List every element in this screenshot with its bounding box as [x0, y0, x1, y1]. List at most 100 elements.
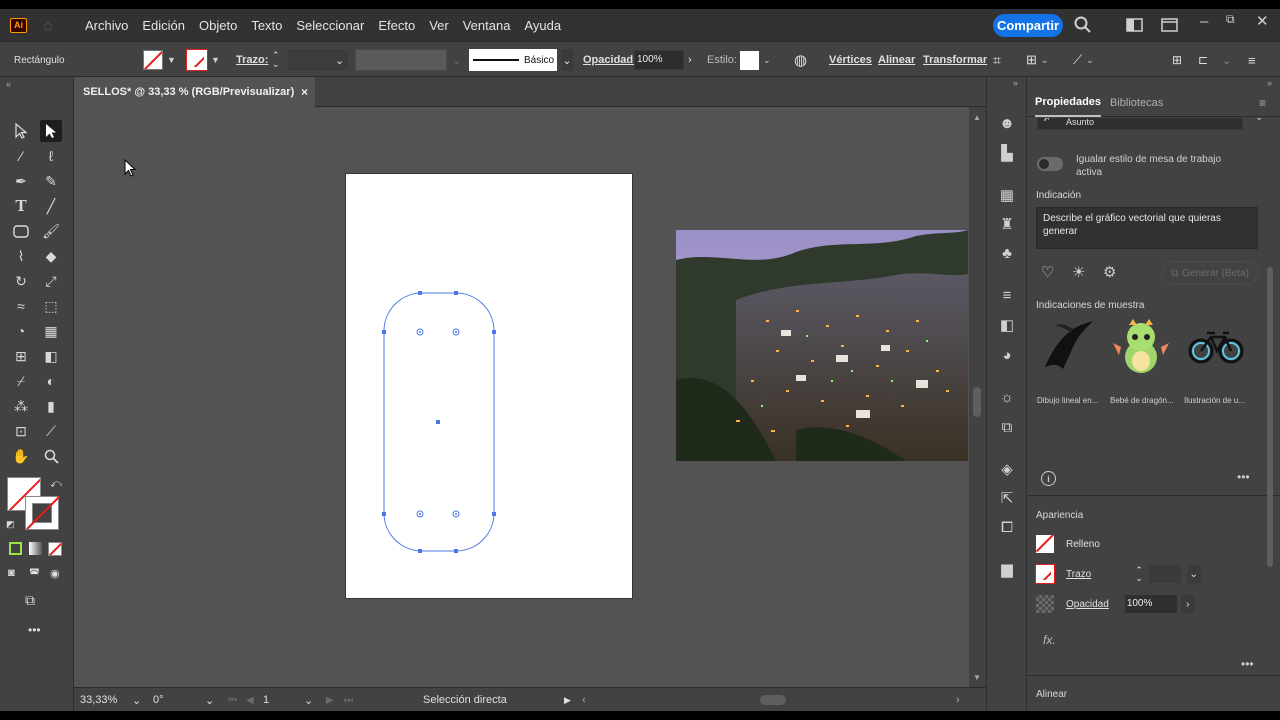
screen-mode-icon[interactable]: ⧉: [25, 592, 35, 609]
sample-dragon-thumbnail[interactable]: [1111, 317, 1173, 377]
stroke-link[interactable]: Trazo: [1066, 569, 1091, 580]
expand-panels-icon[interactable]: »: [1013, 78, 1018, 88]
tab-propiedades[interactable]: Propiedades: [1035, 89, 1102, 117]
canvas[interactable]: [74, 107, 969, 687]
subject-select[interactable]: Asunto: [1037, 118, 1243, 130]
stroke-weight-stepper[interactable]: ⌃ ⌄: [1135, 566, 1143, 583]
pen-tool-icon[interactable]: ✒: [10, 170, 32, 192]
stroke-swatch[interactable]: ▼: [186, 42, 220, 78]
stroke-color-icon[interactable]: [25, 496, 60, 530]
style-reference-icon[interactable]: ♡: [1041, 263, 1054, 281]
share-button[interactable]: Compartir: [993, 14, 1063, 37]
draw-inside-icon[interactable]: ◉: [50, 567, 60, 580]
scroll-left-icon[interactable]: ‹: [582, 688, 586, 712]
arrange-icon[interactable]: ⊞: [1172, 42, 1182, 78]
opacity-link[interactable]: Opacidad: [1066, 599, 1109, 610]
minimize-icon[interactable]: –: [1200, 13, 1208, 30]
fill-none-swatch[interactable]: [1036, 535, 1054, 553]
stroke-row[interactable]: Trazo ⌃ ⌄ ⌄: [1035, 564, 1201, 584]
more-options-icon[interactable]: •••: [1237, 470, 1250, 484]
symbol-sprayer-icon[interactable]: ⁂: [10, 395, 32, 417]
document-tab[interactable]: SELLOS* @ 33,33 % (RGB/Previsualizar) ×: [74, 77, 315, 107]
home-icon[interactable]: ⌂: [39, 16, 57, 34]
zoom-tool-icon[interactable]: [40, 445, 62, 467]
menu-texto[interactable]: Texto: [251, 18, 282, 33]
chevron-right-icon[interactable]: ›: [688, 42, 692, 78]
scroll-thumb[interactable]: [973, 387, 981, 417]
eyedropper-icon[interactable]: ⌿: [10, 370, 32, 392]
blend-tool-icon[interactable]: ◐: [40, 370, 62, 392]
scale-tool-icon[interactable]: ⤢: [40, 270, 62, 292]
prompt-input[interactable]: Describe el gráfico vectorial que quiera…: [1036, 207, 1258, 249]
swatches-icon[interactable]: ▦: [997, 185, 1017, 205]
rectangle-tool-icon[interactable]: [10, 220, 32, 242]
collapse-panel-icon[interactable]: »: [1267, 78, 1272, 88]
vertices-link[interactable]: Vértices: [829, 42, 872, 78]
transform-link[interactable]: Transformar: [923, 42, 987, 78]
chevron-down-icon[interactable]: ⌄: [561, 49, 573, 71]
brush-stroke-select[interactable]: Básico ⌄: [469, 42, 573, 78]
chevron-right-icon[interactable]: ›: [1180, 595, 1195, 613]
line-tool-icon[interactable]: ╱: [40, 195, 62, 217]
fill-swatch[interactable]: ▼: [143, 42, 176, 78]
selection-tool-icon[interactable]: [10, 120, 32, 142]
menu-ver[interactable]: Ver: [429, 18, 449, 33]
horizontal-scroll-thumb[interactable]: [760, 695, 786, 705]
paintbrush-icon[interactable]: 🖌: [40, 220, 62, 242]
scroll-right-icon[interactable]: ›: [956, 688, 960, 712]
scroll-up-icon[interactable]: ▲: [973, 113, 981, 122]
opacity-row[interactable]: Opacidad 100% ›: [1036, 595, 1195, 613]
fill-none-swatch[interactable]: [143, 50, 163, 70]
stroke-weight-stepper[interactable]: ⌃ ⌄: [272, 42, 280, 78]
stroke-panel-icon[interactable]: ≡: [997, 285, 1017, 305]
chevron-down-icon[interactable]: ⌄: [1222, 42, 1231, 78]
menu-objeto[interactable]: Objeto: [199, 18, 237, 33]
variable-width-field[interactable]: [355, 49, 447, 71]
menu-edicion[interactable]: Edición: [142, 18, 185, 33]
generate-button[interactable]: ⧉ Generar (Beta): [1161, 261, 1259, 285]
settings-gear-icon[interactable]: ⚙: [1103, 263, 1116, 281]
panel-menu-icon[interactable]: ≡: [1259, 89, 1266, 117]
chevron-down-icon[interactable]: ▼: [167, 55, 176, 65]
lasso-icon[interactable]: ℓ: [40, 145, 62, 167]
color-guide-icon[interactable]: ☻: [997, 113, 1017, 133]
opacity-label[interactable]: Opacidad:: [583, 42, 637, 78]
panel-scrollbar[interactable]: [1267, 267, 1273, 567]
window-icon[interactable]: [1161, 18, 1178, 36]
chevron-down-icon[interactable]: ⌄: [304, 688, 313, 712]
curvature-tool-icon[interactable]: ✎: [40, 170, 62, 192]
distribute-icon[interactable]: ⊏: [1198, 42, 1208, 78]
stroke-label[interactable]: Trazo:: [236, 42, 268, 78]
magic-wand-icon[interactable]: ⁄: [10, 145, 32, 167]
menu-archivo[interactable]: Archivo: [85, 18, 128, 33]
stroke-none-swatch[interactable]: [1035, 564, 1055, 584]
sample-bird-thumbnail[interactable]: [1037, 317, 1099, 377]
fill-row[interactable]: Relleno: [1036, 535, 1100, 553]
scroll-down-icon[interactable]: ▼: [973, 673, 981, 682]
match-style-toggle[interactable]: [1037, 157, 1063, 171]
comments-icon[interactable]: ▆: [997, 559, 1017, 579]
perspective-grid-icon[interactable]: ▦: [40, 320, 62, 342]
chevron-down-icon[interactable]: ⌄: [1186, 565, 1201, 583]
style-swatch[interactable]: ⌄: [740, 42, 771, 78]
artboards-icon[interactable]: ⧠: [997, 517, 1017, 537]
type-tool-icon[interactable]: T: [10, 195, 32, 217]
transform-options-icon[interactable]: ⟋ ⌄: [1073, 42, 1094, 78]
vertical-scrollbar[interactable]: ▲ ▼: [969, 107, 986, 687]
sample-bicycle-thumbnail[interactable]: [1185, 317, 1247, 377]
rotation-value[interactable]: 0°: [153, 688, 164, 712]
effects-icon[interactable]: ☀: [1072, 263, 1085, 281]
appearance-icon[interactable]: ☼: [997, 387, 1017, 407]
panel-menu-icon[interactable]: ≡: [1248, 42, 1256, 78]
status-menu-icon[interactable]: ▶: [564, 688, 571, 712]
menu-efecto[interactable]: Efecto: [378, 18, 415, 33]
first-artboard-icon[interactable]: ⏮: [228, 688, 237, 712]
gradient-tool-icon[interactable]: ◧: [40, 345, 62, 367]
more-options-icon[interactable]: •••: [1241, 657, 1254, 671]
stroke-none-swatch[interactable]: [186, 49, 208, 71]
layers-icon[interactable]: ◈: [997, 459, 1017, 479]
symbols-icon[interactable]: ♣: [997, 243, 1017, 263]
chevron-down-icon[interactable]: ⌄: [1255, 118, 1263, 123]
chevron-down-icon[interactable]: ⌄: [205, 688, 214, 712]
shaper-tool-icon[interactable]: ⌇: [10, 245, 32, 267]
